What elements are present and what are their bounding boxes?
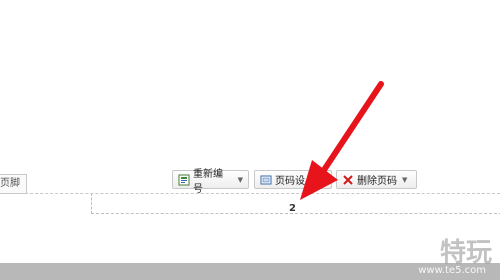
footer-tab-label: 页脚 (0, 174, 27, 194)
watermark-url: www.te5.com (418, 265, 486, 276)
chevron-down-icon: ▼ (237, 175, 243, 184)
renumber-button[interactable]: 重新编号 ▼ (172, 169, 249, 195)
delete-page-number-button[interactable]: 删除页码 ▼ (336, 170, 417, 189)
renumber-icon (178, 174, 190, 186)
settings-icon (260, 174, 272, 186)
page-number-settings-button[interactable]: 页码设 (254, 170, 332, 189)
delete-icon (342, 174, 354, 186)
delete-page-number-label: 删除页码 (357, 176, 397, 187)
renumber-label: 重新编号 (193, 168, 223, 195)
watermark-logo: 特玩 (439, 238, 492, 268)
page-number-settings-label: 页码设 (275, 176, 305, 187)
chevron-down-icon: ▼ (402, 175, 408, 184)
page-number[interactable]: 2 (289, 203, 296, 214)
document-page (0, 0, 500, 263)
